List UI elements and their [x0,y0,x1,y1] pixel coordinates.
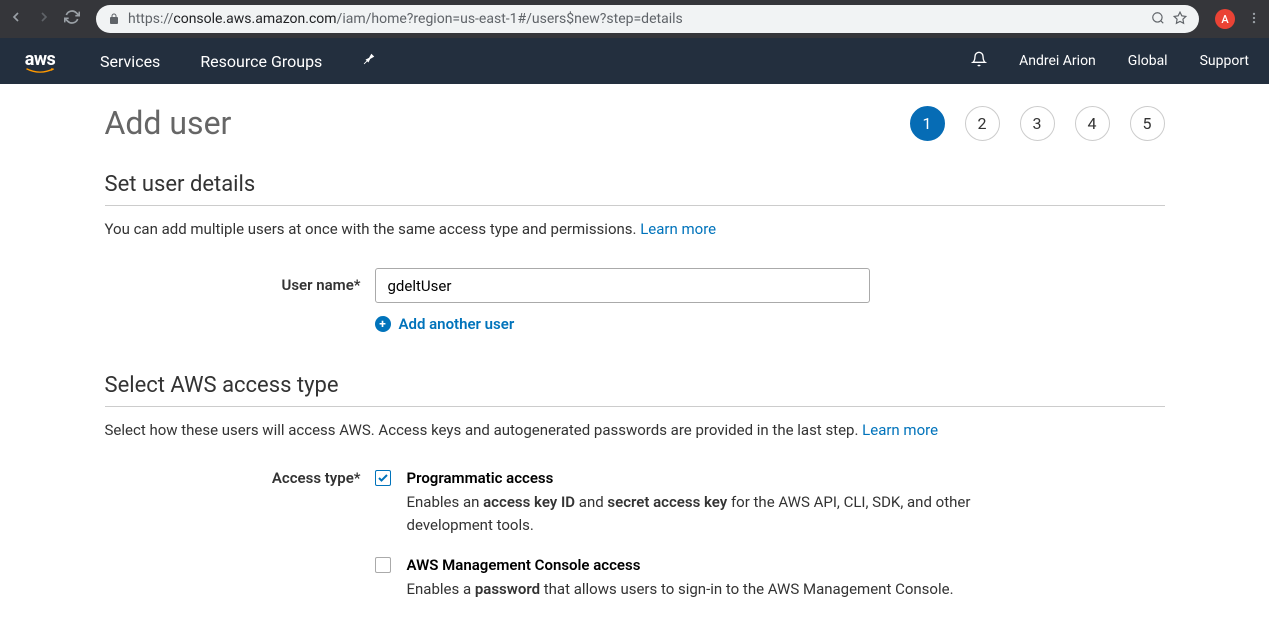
aws-header: aws Services Resource Groups Andrei Ario… [0,38,1269,84]
section-heading-details: Set user details [105,172,1165,206]
zoom-icon[interactable] [1151,10,1165,29]
bell-icon[interactable] [971,51,987,71]
main-content: Add user 1 2 3 4 5 Set user details You … [0,84,1269,640]
back-button[interactable] [8,9,24,29]
pin-icon[interactable] [362,52,376,70]
console-access-desc: Enables a password that allows users to … [407,578,982,601]
learn-more-link[interactable]: Learn more [862,421,938,439]
plus-icon: + [375,316,391,332]
step-2[interactable]: 2 [965,106,1000,141]
user-menu[interactable]: Andrei Arion [1019,53,1096,69]
services-menu[interactable]: Services [100,52,160,71]
kebab-menu-icon[interactable] [1247,10,1261,29]
aws-logo[interactable]: aws [20,49,60,74]
lock-icon [108,10,120,29]
address-bar[interactable]: https://console.aws.amazon.com/iam/home?… [96,5,1199,33]
region-menu[interactable]: Global [1128,53,1168,69]
step-5[interactable]: 5 [1130,106,1165,141]
wizard-steps: 1 2 3 4 5 [910,106,1165,141]
profile-avatar[interactable]: A [1215,9,1235,29]
programmatic-access-checkbox[interactable] [375,470,391,486]
reload-button[interactable] [64,9,80,29]
username-input[interactable] [375,268,870,303]
section-description-access: Select how these users will access AWS. … [105,421,1165,439]
add-another-user-button[interactable]: + Add another user [375,315,870,333]
forward-button[interactable] [36,9,52,29]
step-3[interactable]: 3 [1020,106,1055,141]
step-1[interactable]: 1 [910,106,945,141]
resource-groups-menu[interactable]: Resource Groups [200,52,322,71]
programmatic-access-desc: Enables an access key ID and secret acce… [407,491,982,536]
section-description-details: You can add multiple users at once with … [105,220,1165,238]
console-access-title: AWS Management Console access [407,556,982,574]
section-heading-access: Select AWS access type [105,373,1165,407]
programmatic-access-title: Programmatic access [407,469,982,487]
username-label: User name* [105,268,375,294]
page-title: Add user [105,104,232,142]
step-4[interactable]: 4 [1075,106,1110,141]
learn-more-link[interactable]: Learn more [640,220,716,238]
url-text: https://console.aws.amazon.com/iam/home?… [128,11,1143,27]
access-type-label: Access type* [105,469,375,487]
star-icon[interactable] [1173,10,1187,29]
browser-toolbar: https://console.aws.amazon.com/iam/home?… [0,0,1269,38]
console-access-checkbox[interactable] [375,557,391,573]
support-menu[interactable]: Support [1200,53,1249,69]
